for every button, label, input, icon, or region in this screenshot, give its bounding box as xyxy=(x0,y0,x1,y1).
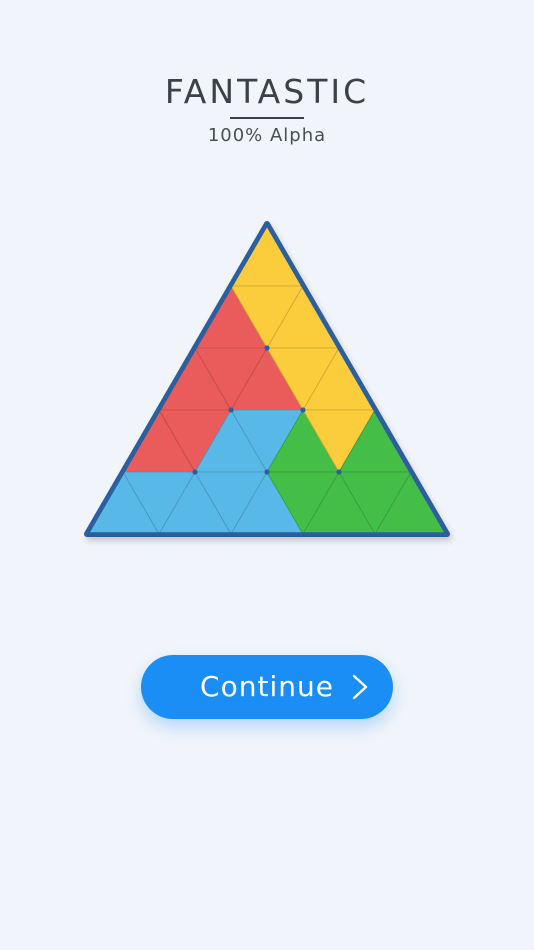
puzzle-board xyxy=(84,221,450,537)
chevron-right-icon xyxy=(352,674,368,700)
board-junction xyxy=(336,469,342,475)
board-cell-yellow xyxy=(230,223,304,287)
board-junction xyxy=(264,469,270,475)
board-junction xyxy=(192,469,198,475)
board-junction xyxy=(300,407,306,413)
board-junction xyxy=(228,407,234,413)
board-junction xyxy=(264,345,270,351)
continue-button[interactable]: Continue xyxy=(141,655,393,719)
